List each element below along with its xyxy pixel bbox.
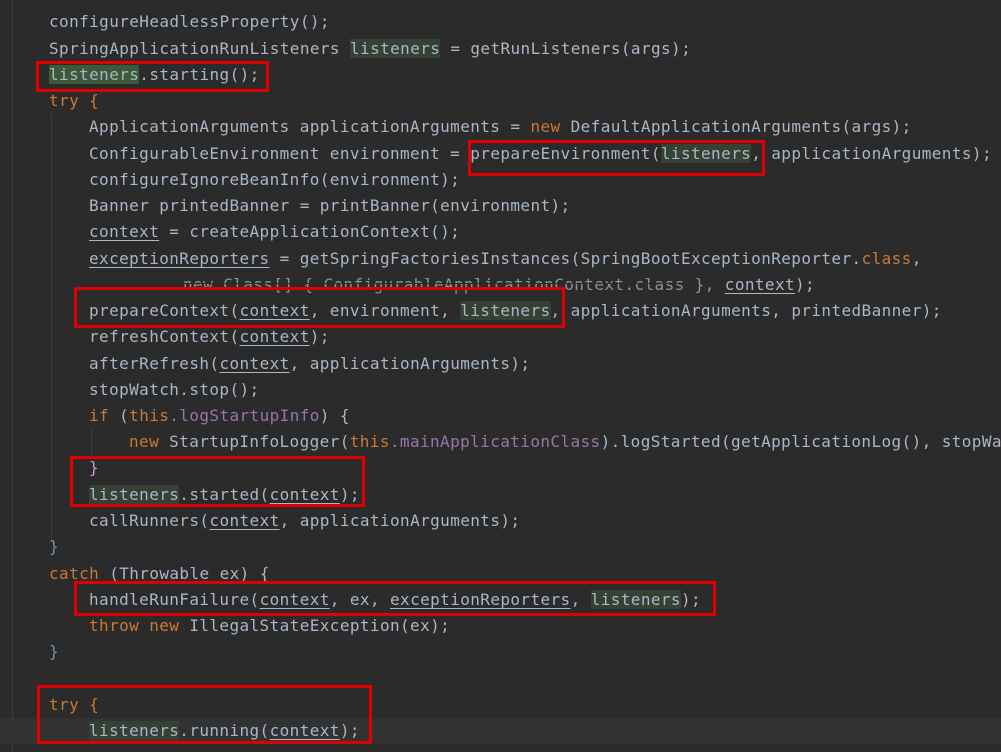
code-token: .mainApplicationClass bbox=[389, 432, 601, 451]
code-token: DefaultApplicationArguments(args); bbox=[560, 117, 912, 136]
code-token: new bbox=[129, 432, 160, 451]
code-token: ).logStarted(getApplicationLog(), stopWa bbox=[600, 432, 1001, 451]
code-token: throw new bbox=[89, 616, 180, 635]
code-token: = createApplicationContext(); bbox=[159, 222, 461, 241]
code-token: context bbox=[724, 275, 796, 294]
code-token: , applicationArguments); bbox=[751, 144, 992, 163]
code-token: SpringApplicationRunListeners bbox=[49, 39, 340, 58]
code-line: exceptionReporters = getSpringFactoriesI… bbox=[89, 246, 922, 272]
code-token: , applicationArguments, printedBanner); bbox=[550, 301, 942, 320]
code-token: context bbox=[209, 511, 280, 530]
code-token: , applicationArguments); bbox=[279, 511, 521, 530]
code-token: Banner printedBanner = printBanner(envir… bbox=[89, 196, 571, 215]
code-line: SpringApplicationRunListeners listeners … bbox=[49, 36, 691, 62]
code-editor[interactable]: configureHeadlessProperty(); SpringAppli… bbox=[0, 0, 1001, 752]
code-token: if bbox=[89, 406, 110, 425]
code-token: , applicationArguments); bbox=[289, 354, 531, 373]
annotation-box bbox=[74, 581, 716, 616]
code-line: Banner printedBanner = printBanner(envir… bbox=[89, 193, 571, 219]
code-token: = getRunListeners(args); bbox=[440, 39, 692, 58]
annotation-box bbox=[36, 61, 269, 92]
annotation-box bbox=[37, 685, 372, 744]
code-token: new bbox=[530, 117, 561, 136]
indent-guide bbox=[51, 113, 52, 543]
code-token: context bbox=[89, 222, 160, 241]
code-token: ConfigurableEnvironment environment = bbox=[89, 144, 471, 163]
code-token: try { bbox=[49, 91, 100, 110]
code-token: context bbox=[219, 354, 290, 373]
annotation-box bbox=[70, 456, 365, 507]
code-token: ApplicationArguments applicationArgument… bbox=[89, 117, 531, 136]
code-token: callRunners( bbox=[89, 511, 210, 530]
code-token: IllegalStateException(ex); bbox=[179, 616, 451, 635]
code-token: stopWatch.stop(); bbox=[89, 380, 260, 399]
code-line: afterRefresh(context, applicationArgumen… bbox=[89, 351, 530, 377]
code-line: configureIgnoreBeanInfo(environment); bbox=[89, 167, 460, 193]
code-token: } bbox=[49, 537, 60, 556]
code-line: new StartupInfoLogger(this.mainApplicati… bbox=[129, 429, 1001, 455]
code-line: if (this.logStartupInfo) { bbox=[89, 403, 350, 429]
annotation-box bbox=[74, 287, 565, 328]
code-token: class bbox=[861, 249, 912, 268]
code-token: ); bbox=[309, 327, 330, 346]
fold-overlay bbox=[183, 283, 683, 284]
code-token: configureHeadlessProperty(); bbox=[49, 12, 330, 31]
code-token: ( bbox=[109, 406, 130, 425]
indent-guide bbox=[91, 428, 92, 456]
code-token: ) { bbox=[319, 406, 350, 425]
code-line: ApplicationArguments applicationArgument… bbox=[89, 114, 912, 140]
code-token: StartupInfoLogger( bbox=[159, 432, 350, 451]
code-token: = getSpringFactoriesInstances(SpringBoot… bbox=[269, 249, 862, 268]
code-line: } bbox=[49, 534, 59, 560]
code-token: } bbox=[49, 642, 60, 661]
annotation-box bbox=[468, 140, 765, 176]
code-token: listeners bbox=[350, 39, 441, 58]
code-token: .logStartupInfo bbox=[169, 406, 320, 425]
code-token: configureIgnoreBeanInfo(environment); bbox=[89, 170, 461, 189]
code-token: this bbox=[129, 406, 170, 425]
code-token: ); bbox=[795, 275, 816, 294]
code-token: refreshContext( bbox=[89, 327, 240, 346]
code-line: context = createApplicationContext(); bbox=[89, 219, 460, 245]
gutter-divider bbox=[12, 0, 13, 752]
code-token: exceptionReporters bbox=[89, 249, 270, 268]
code-token: , bbox=[911, 249, 922, 268]
code-token: afterRefresh( bbox=[89, 354, 220, 373]
code-line: throw new IllegalStateException(ex); bbox=[89, 613, 450, 639]
code-line: } bbox=[49, 639, 59, 665]
code-line: stopWatch.stop(); bbox=[89, 377, 260, 403]
code-line: configureHeadlessProperty(); bbox=[49, 9, 330, 35]
code-token: context bbox=[239, 327, 310, 346]
code-token: this bbox=[349, 432, 390, 451]
code-line: callRunners(context, applicationArgument… bbox=[89, 508, 520, 534]
